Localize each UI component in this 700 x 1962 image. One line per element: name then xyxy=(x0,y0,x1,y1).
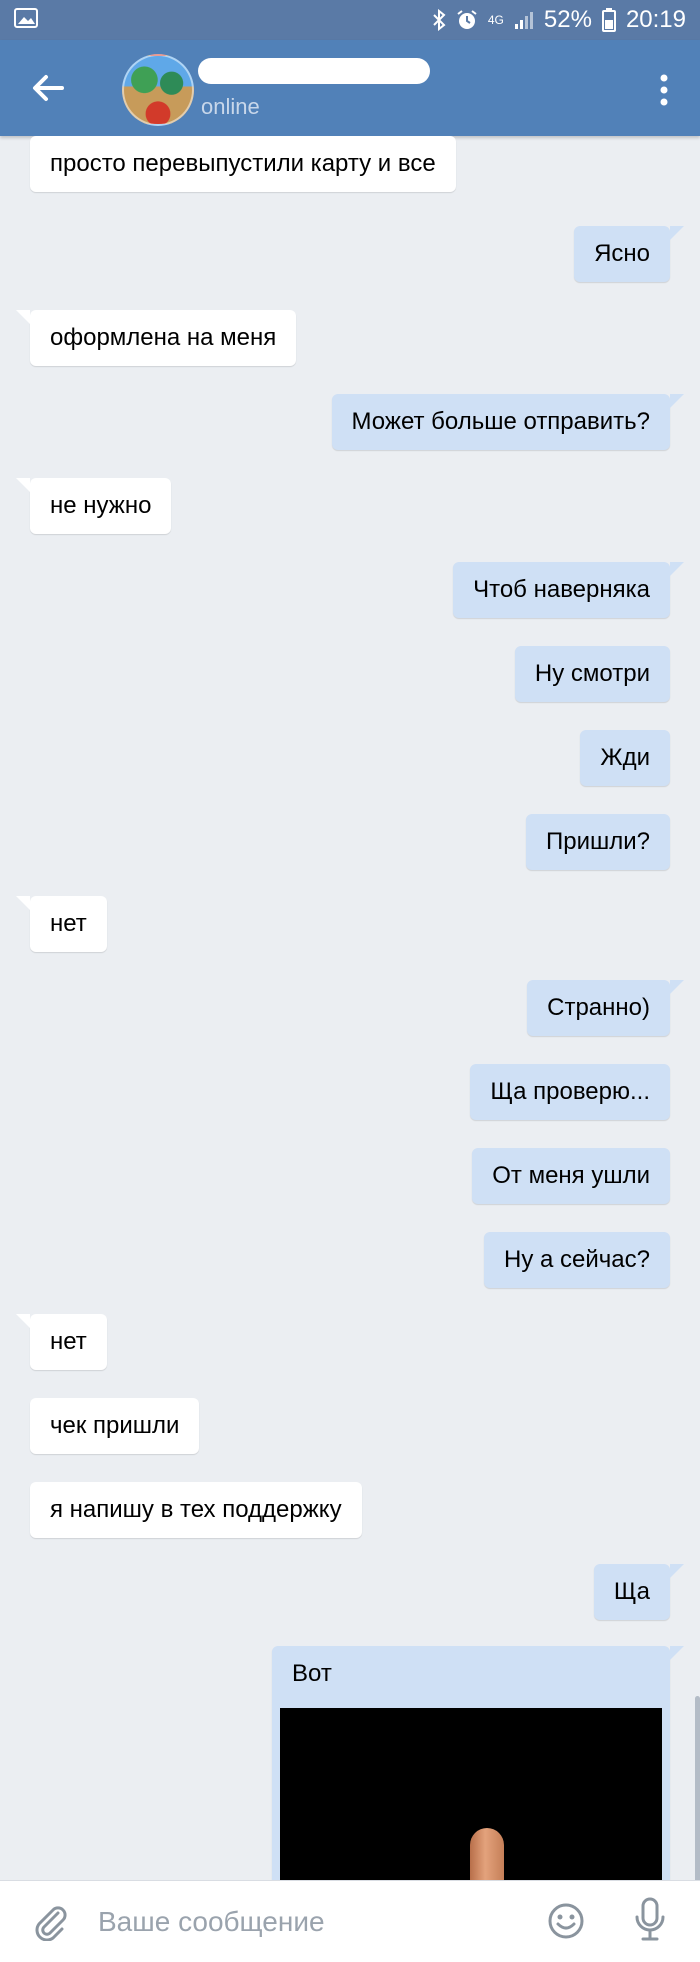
clock: 20:19 xyxy=(625,6,686,33)
contact-name-redacted[interactable] xyxy=(198,58,430,84)
status-bar: 4G 52% 20:19 xyxy=(0,0,700,40)
photo-content xyxy=(470,1828,504,1880)
more-vert-icon[interactable] xyxy=(646,70,682,110)
attach-icon[interactable] xyxy=(30,1901,70,1941)
scrollbar[interactable] xyxy=(695,1696,700,1880)
presence-status: online xyxy=(201,94,260,119)
bluetooth-icon xyxy=(433,9,446,31)
gallery-icon xyxy=(14,8,38,28)
back-arrow-icon[interactable] xyxy=(24,64,72,112)
photo-message[interactable]: Вот xyxy=(272,1646,684,1880)
alarm-icon xyxy=(457,10,477,29)
message-outgoing[interactable]: Ну а сейчас? xyxy=(484,1232,670,1288)
message-outgoing[interactable]: Может больше отправить? xyxy=(331,394,685,450)
battery-icon xyxy=(601,8,616,32)
message-outgoing[interactable]: От меня ушли xyxy=(472,1148,670,1204)
message-outgoing[interactable]: Ща xyxy=(593,1564,685,1620)
message-outgoing[interactable]: Чтоб наверняка xyxy=(453,562,684,618)
mic-icon[interactable] xyxy=(632,1897,668,1943)
avatar[interactable] xyxy=(122,54,194,126)
message-incoming[interactable]: я напишу в тех поддержку xyxy=(30,1482,362,1538)
message-outgoing[interactable]: Ну смотри xyxy=(514,646,670,702)
message-incoming[interactable]: не нужно xyxy=(15,478,172,534)
message-outgoing[interactable]: Странно) xyxy=(527,980,684,1036)
message-incoming[interactable]: нет xyxy=(16,1314,107,1370)
message-incoming[interactable]: чек пришли xyxy=(30,1398,200,1454)
message-list[interactable]: просто перевыпустили карту и все Ясно оф… xyxy=(0,136,700,1880)
message-incoming[interactable]: оформлена на меня xyxy=(15,310,297,366)
emoji-icon[interactable] xyxy=(546,1901,586,1941)
chat-header: online xyxy=(0,40,700,136)
photo-caption: Вот xyxy=(292,1660,332,1687)
network-label: 4G xyxy=(487,13,504,27)
signal-icon xyxy=(514,12,533,29)
attached-photo[interactable] xyxy=(280,1708,662,1880)
message-outgoing[interactable]: Ясно xyxy=(574,226,684,282)
battery-percent: 52% xyxy=(543,6,592,33)
message-incoming[interactable]: просто перевыпустили карту и все xyxy=(30,136,456,192)
message-incoming[interactable]: нет xyxy=(16,896,107,952)
message-outgoing[interactable]: Жди xyxy=(580,730,670,786)
message-outgoing[interactable]: Ща проверю... xyxy=(470,1064,670,1120)
composer xyxy=(0,1880,700,1962)
message-input[interactable] xyxy=(96,1897,520,1947)
message-outgoing[interactable]: Пришли? xyxy=(525,814,670,870)
